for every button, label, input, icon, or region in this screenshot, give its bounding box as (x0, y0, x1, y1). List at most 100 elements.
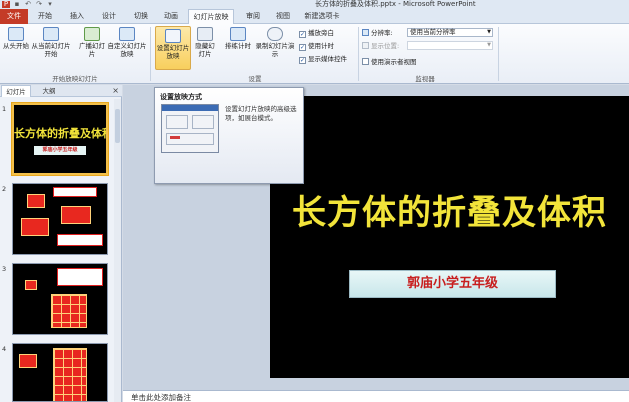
title-bar: P ▪ ↶ ↷ ▾ 长方体的折叠及体积.pptx - Microsoft Pow… (0, 0, 629, 9)
powerpoint-window: P ▪ ↶ ↷ ▾ 长方体的折叠及体积.pptx - Microsoft Pow… (0, 0, 629, 402)
cube-shape (19, 354, 37, 368)
group-label-start: 开始放映幻灯片 (52, 75, 98, 83)
hide-slide-button[interactable]: 隐藏幻灯片 (193, 27, 217, 58)
notes-placeholder: 单击此处添加备注 (131, 393, 191, 402)
slide-title[interactable]: 长方体的折叠及体积 (270, 185, 629, 234)
show-on-dropdown[interactable]: ▼ (407, 41, 493, 50)
cube-shape (61, 206, 91, 224)
undo-icon[interactable]: ↶ (24, 1, 32, 8)
play-narrations-checkbox[interactable]: ✓ 播放旁白 (299, 29, 334, 38)
notes-pane[interactable]: 单击此处添加备注 (123, 390, 629, 402)
custom-slideshow-button[interactable]: 自定义幻灯片放映 (107, 27, 147, 58)
slideshow-play-icon (8, 27, 24, 41)
group-separator (150, 27, 151, 81)
slides-panel: 幻灯片 大纲 × 1 长方体的折叠及体积 郭庙小学五年级 2 3 4 (0, 85, 122, 402)
from-current-button[interactable]: 从当前幻灯片开始 (31, 27, 71, 58)
chevron-down-icon: ▼ (487, 29, 491, 35)
cube-shape (53, 348, 87, 401)
setup-show-tooltip: 设置放映方式 设置幻灯片放映的高级选项，如展台模式。 (154, 87, 304, 184)
cube-shape (27, 194, 45, 208)
tab-design[interactable]: 设计 (98, 9, 120, 24)
cube-shape (21, 218, 49, 236)
tab-insert[interactable]: 插入 (66, 9, 88, 24)
record-slideshow-button[interactable]: 录制幻灯片演示 (254, 27, 296, 58)
group-label-setup: 设置 (248, 75, 262, 83)
setup-show-button[interactable]: 设置幻灯片放映 (155, 26, 191, 70)
slide-thumbnail-2[interactable] (12, 183, 108, 255)
checkmark-icon: ✓ (299, 57, 306, 64)
slideshow-current-icon (43, 27, 59, 41)
dialog-group-shape (166, 133, 214, 145)
group-separator (358, 27, 359, 81)
tooltip-body: 设置幻灯片放映的高级选项，如展台模式。 (225, 105, 297, 122)
slide-number: 4 (2, 345, 7, 353)
setup-show-icon (165, 29, 181, 43)
tab-home[interactable]: 开始 (34, 9, 56, 24)
tab-outline[interactable]: 大纲 (36, 85, 62, 97)
slide-subtitle[interactable]: 郭庙小学五年级 (349, 270, 556, 298)
chevron-down-icon: ▼ (487, 42, 491, 48)
from-beginning-button[interactable]: 从头开始 (2, 27, 30, 50)
slide-thumbnail-3[interactable] (12, 263, 108, 335)
rehearse-timer-icon (230, 27, 246, 41)
use-timings-checkbox[interactable]: ✓ 使用计时 (299, 42, 334, 51)
window-title: 长方体的折叠及体积.pptx - Microsoft PowerPoint (315, 0, 476, 8)
dialog-group-shape (192, 115, 214, 129)
powerpoint-logo-icon: P (2, 0, 10, 8)
presenter-view-checkbox[interactable]: 使用演示者视图 (362, 58, 417, 66)
cube-shape (25, 280, 37, 290)
checkbox-empty-icon (362, 58, 369, 65)
tab-slideshow[interactable]: 幻灯片放映 (188, 9, 234, 25)
slide-number: 2 (2, 185, 7, 193)
current-slide[interactable]: 长方体的折叠及体积 郭庙小学五年级 (270, 96, 629, 378)
checkmark-icon: ✓ (299, 31, 306, 38)
ribbon-tabs: 文件 开始 插入 设计 切换 动画 幻灯片放映 审阅 视图 新建选项卡 (0, 9, 629, 25)
tab-file[interactable]: 文件 (0, 9, 28, 24)
tab-new[interactable]: 新建选项卡 (302, 9, 342, 24)
panel-scrollbar[interactable] (114, 99, 121, 402)
slide-thumbnail-4[interactable] (12, 343, 108, 402)
dialog-preview-image (161, 104, 219, 153)
tab-view[interactable]: 视图 (272, 9, 294, 24)
text-callout (53, 187, 97, 197)
broadcast-button[interactable]: 广播幻灯片 (78, 27, 106, 58)
tooltip-title: 设置放映方式 (160, 93, 202, 101)
quick-access-toolbar: P ▪ ↶ ↷ ▾ (2, 0, 54, 9)
cube-shape (51, 294, 87, 328)
text-callout (57, 268, 103, 286)
resolution-dropdown[interactable]: 使用当前分辨率 ▼ (407, 28, 493, 37)
resolution-label: 分辨率: (362, 29, 393, 37)
tab-transitions[interactable]: 切换 (130, 9, 152, 24)
record-icon (267, 27, 283, 41)
close-icon[interactable]: × (112, 85, 119, 97)
redo-icon[interactable]: ↷ (35, 1, 43, 8)
text-callout (57, 234, 103, 246)
thumb-subtitle: 郭庙小学五年级 (34, 146, 86, 155)
dialog-titlebar-shape (162, 105, 218, 111)
group-label-monitor: 监视器 (415, 75, 435, 83)
slide-number: 3 (2, 265, 7, 273)
thumb-title: 长方体的折叠及体积 (14, 127, 108, 140)
group-separator (498, 27, 499, 81)
hide-slide-icon (197, 27, 213, 41)
checkmark-icon: ✓ (299, 44, 306, 51)
save-icon[interactable]: ▪ (13, 1, 21, 8)
dialog-group-shape (166, 115, 188, 129)
monitor-icon (362, 42, 369, 49)
show-media-controls-checkbox[interactable]: ✓ 显示媒体控件 (299, 55, 347, 64)
dialog-highlight-shape (170, 136, 180, 139)
tab-animations[interactable]: 动画 (160, 9, 182, 24)
broadcast-icon (84, 27, 100, 41)
slide-thumbnail-1[interactable]: 长方体的折叠及体积 郭庙小学五年级 (12, 103, 108, 175)
rehearse-timings-button[interactable]: 排练计时 (222, 27, 254, 50)
show-on-label: 显示位置: (362, 42, 399, 50)
ribbon: 从头开始 从当前幻灯片开始 广播幻灯片 自定义幻灯片放映 开始放映幻灯片 设置幻… (0, 24, 629, 84)
monitor-icon (362, 29, 369, 36)
custom-slideshow-icon (119, 27, 135, 41)
tab-review[interactable]: 审阅 (242, 9, 264, 24)
customize-dropdown-icon[interactable]: ▾ (46, 1, 54, 8)
panel-tabs: 幻灯片 大纲 × (0, 85, 122, 97)
scroll-thumb[interactable] (115, 109, 120, 143)
slide-number: 1 (2, 105, 7, 113)
tab-slides[interactable]: 幻灯片 (1, 85, 31, 97)
